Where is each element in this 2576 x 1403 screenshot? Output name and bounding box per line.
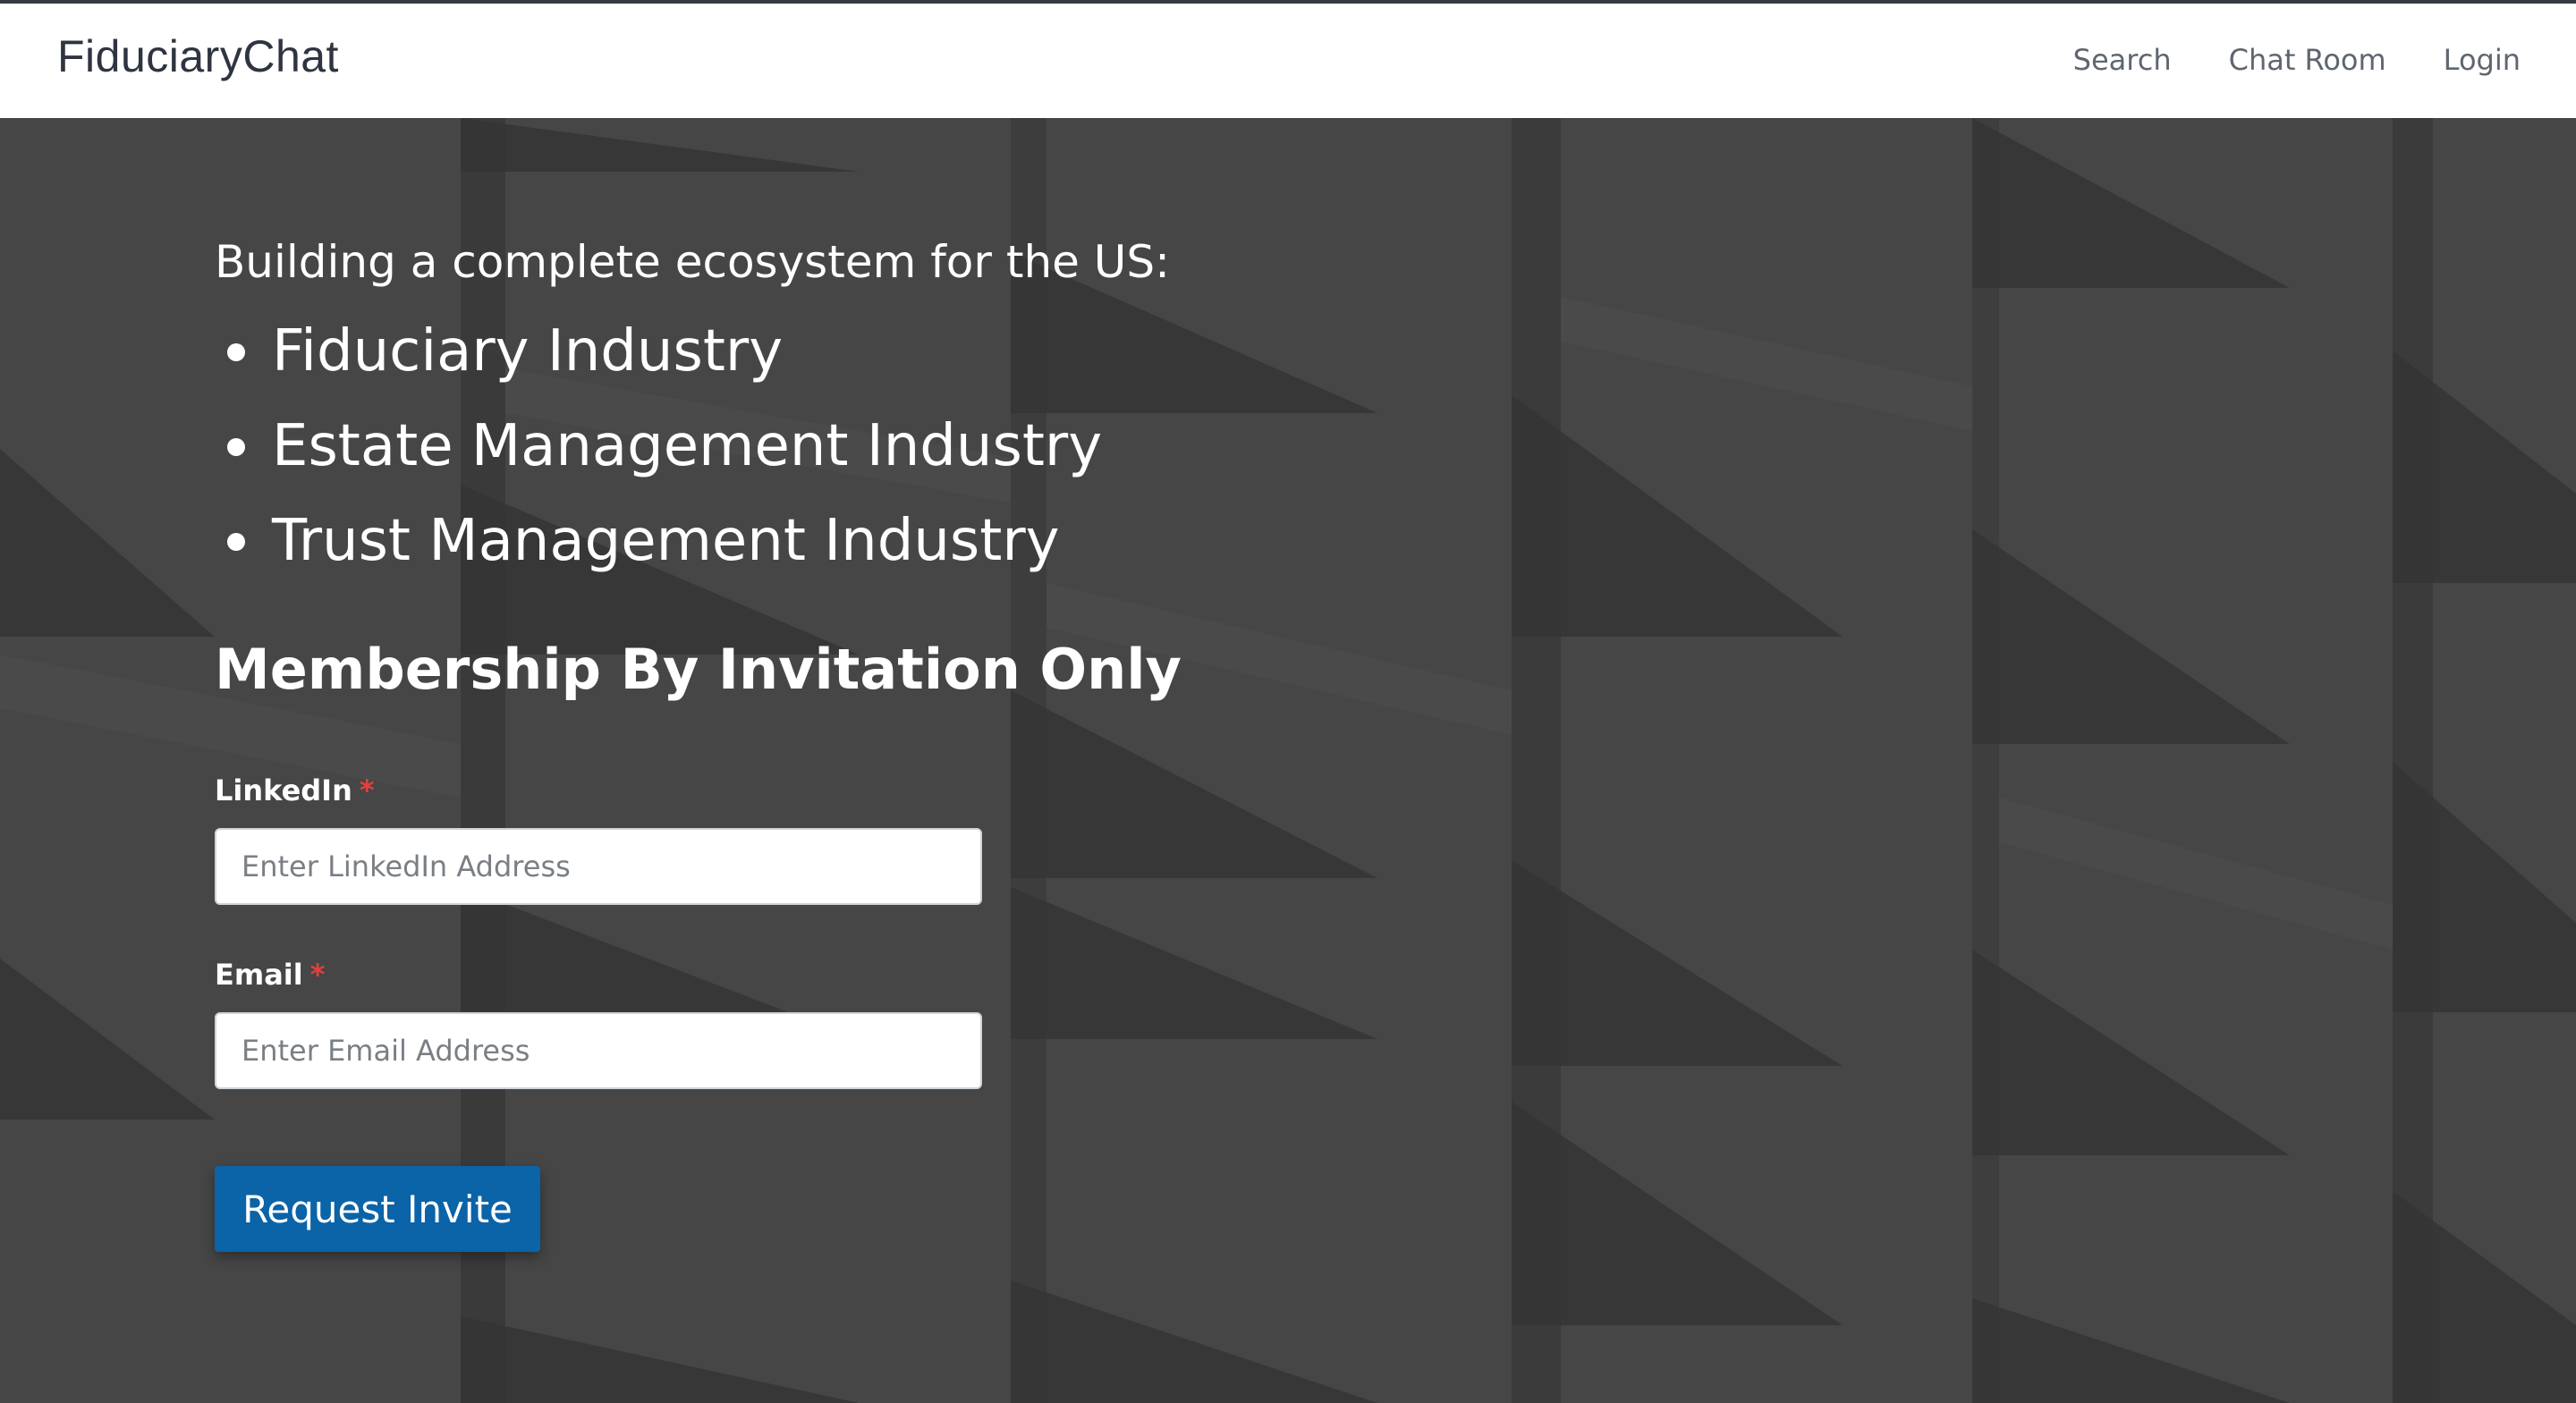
intro-heading: Building a complete ecosystem for the US… (215, 236, 1170, 288)
industry-list: Fiduciary Industry Estate Management Ind… (215, 304, 1467, 588)
industry-label: Fiduciary Industry (272, 318, 784, 385)
linkedin-label: LinkedIn * (215, 771, 1467, 810)
invite-form: LinkedIn* Email* Request Invite (215, 771, 1467, 1252)
linkedin-label-text: LinkedIn (215, 773, 352, 807)
list-item: Fiduciary Industry (215, 304, 1467, 399)
membership-title: Membership By Invitation Only (215, 637, 1182, 702)
bullet-icon (227, 533, 245, 551)
required-marker: * (359, 773, 375, 807)
industry-label: Estate Management Industry (272, 413, 1103, 479)
hero-content: Building a complete ecosystem for the US… (215, 231, 1467, 1252)
email-input[interactable] (215, 1012, 982, 1089)
navbar: FiduciaryChat Search Chat Room Login (0, 4, 2576, 118)
bullet-icon (227, 438, 245, 456)
hero-section: Building a complete ecosystem for the US… (0, 118, 2576, 1403)
bullet-icon (227, 343, 245, 361)
request-invite-button[interactable]: Request Invite (215, 1166, 540, 1252)
email-label: Email * (215, 955, 1467, 994)
nav-link-search[interactable]: Search (2073, 43, 2172, 77)
nav-link-login[interactable]: Login (2444, 43, 2521, 77)
nav-link-chat-room[interactable]: Chat Room (2229, 43, 2386, 77)
email-label-text: Email (215, 958, 303, 992)
industry-label: Trust Management Industry (272, 508, 1060, 574)
list-item: Trust Management Industry (215, 494, 1467, 588)
nav-links: Search Chat Room Login (2073, 43, 2521, 77)
brand-logo[interactable]: FiduciaryChat (57, 30, 339, 82)
linkedin-input[interactable] (215, 828, 982, 905)
required-marker: * (309, 958, 326, 992)
list-item: Estate Management Industry (215, 399, 1467, 494)
